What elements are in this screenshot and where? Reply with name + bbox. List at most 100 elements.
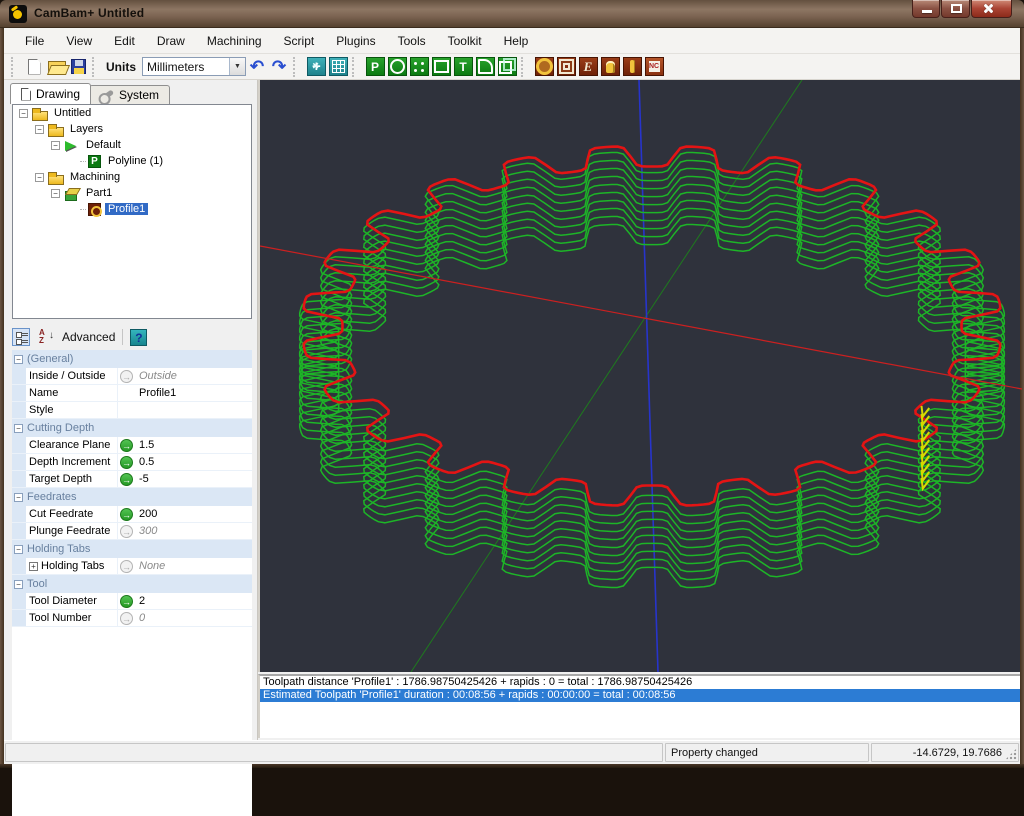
property-row-name[interactable]: Name→Profile1 — [12, 385, 252, 402]
categorized-view-button[interactable] — [12, 328, 30, 346]
value-default-icon[interactable]: → — [120, 560, 133, 573]
resize-grip[interactable] — [1005, 748, 1017, 760]
tree-item-default[interactable]: −Default — [13, 137, 251, 153]
grid-icon[interactable] — [328, 57, 348, 77]
polyline-icon[interactable]: P — [365, 57, 385, 77]
property-value[interactable]: 2 — [135, 595, 252, 607]
tree-item-untitled[interactable]: −Untitled — [13, 105, 251, 121]
pocket-icon[interactable] — [556, 57, 576, 77]
text-icon[interactable]: T — [453, 57, 473, 77]
property-value[interactable]: Profile1 — [135, 387, 252, 399]
property-row-style[interactable]: Style→ — [12, 402, 252, 419]
help-button[interactable]: ? — [130, 329, 147, 346]
menu-draw[interactable]: Draw — [146, 30, 196, 52]
value-default-icon[interactable]: → — [120, 612, 133, 625]
value-set-icon[interactable]: → — [120, 595, 133, 608]
profile-icon[interactable] — [534, 57, 554, 77]
collapse-icon[interactable]: − — [14, 493, 23, 502]
property-row-clearance-plane[interactable]: Clearance Plane→1.5 — [12, 437, 252, 454]
circle-icon[interactable] — [387, 57, 407, 77]
rectangle-icon[interactable] — [431, 57, 451, 77]
menu-script[interactable]: Script — [273, 30, 326, 52]
cube-icon[interactable] — [497, 57, 517, 77]
collapse-icon[interactable]: − — [14, 545, 23, 554]
value-set-icon[interactable]: → — [120, 456, 133, 469]
property-category--general-[interactable]: −(General) — [12, 350, 252, 368]
minimize-button[interactable] — [912, 0, 940, 18]
lathe-icon[interactable] — [622, 57, 642, 77]
snap-point-icon[interactable] — [306, 57, 326, 77]
menu-file[interactable]: File — [14, 30, 55, 52]
value-set-icon[interactable]: → — [120, 508, 133, 521]
tree-item-machining[interactable]: −Machining — [13, 169, 251, 185]
property-value[interactable]: Outside — [135, 370, 252, 382]
advanced-button[interactable]: Advanced — [62, 330, 115, 344]
property-row-plunge-feedrate[interactable]: Plunge Feedrate→300 — [12, 523, 252, 540]
property-row-cut-feedrate[interactable]: Cut Feedrate→200 — [12, 506, 252, 523]
expander-icon[interactable]: − — [35, 173, 44, 182]
maximize-button[interactable] — [941, 0, 970, 18]
expander-icon[interactable]: − — [19, 109, 28, 118]
sort-alphabetical-button[interactable]: ↓ — [37, 328, 55, 346]
menu-tools[interactable]: Tools — [387, 30, 437, 52]
tab-system[interactable]: System — [89, 85, 170, 104]
property-row-tool-number[interactable]: Tool Number→0 — [12, 610, 252, 627]
collapse-icon[interactable]: − — [14, 580, 23, 589]
open-file-icon[interactable] — [46, 57, 66, 77]
property-value[interactable]: 0.5 — [135, 456, 252, 468]
expander-icon[interactable]: − — [51, 141, 60, 150]
viewport-3d[interactable] — [258, 80, 1020, 672]
property-category-feedrates[interactable]: −Feedrates — [12, 488, 252, 506]
expander-icon[interactable]: − — [35, 125, 44, 134]
value-default-icon[interactable]: → — [120, 370, 133, 383]
collapse-icon[interactable]: − — [14, 355, 23, 364]
units-select[interactable]: Millimeters▼ — [142, 57, 246, 76]
menu-plugins[interactable]: Plugins — [325, 30, 386, 52]
new-file-icon[interactable] — [24, 57, 44, 77]
menu-toolkit[interactable]: Toolkit — [437, 30, 493, 52]
menu-machining[interactable]: Machining — [196, 30, 273, 52]
property-category-tool[interactable]: −Tool — [12, 575, 252, 593]
property-value[interactable]: 200 — [135, 508, 252, 520]
title-bar[interactable]: CamBam+ Untitled — [0, 0, 1024, 28]
gcode-icon — [645, 57, 664, 76]
property-category-holding-tabs[interactable]: −Holding Tabs — [12, 540, 252, 558]
tree-item-polyline-1-[interactable]: PPolyline (1) — [13, 153, 251, 169]
property-row-target-depth[interactable]: Target Depth→-5 — [12, 471, 252, 488]
tab-drawing[interactable]: Drawing — [10, 83, 91, 104]
save-file-icon[interactable] — [68, 57, 88, 77]
property-value[interactable]: 1.5 — [135, 439, 252, 451]
undo-icon[interactable]: ↶ — [247, 57, 267, 77]
property-value[interactable]: -5 — [135, 473, 252, 485]
property-value[interactable]: 300 — [135, 525, 252, 537]
message-row[interactable]: Toolpath distance 'Profile1' : 1786.9875… — [260, 676, 1020, 689]
tree-item-profile1[interactable]: Profile1 — [13, 201, 251, 217]
value-set-icon[interactable]: → — [120, 439, 133, 452]
redo-icon[interactable]: ↷ — [269, 57, 289, 77]
expand-icon[interactable]: + — [29, 562, 38, 571]
toolpath-canvas[interactable] — [260, 80, 1022, 672]
gcode-icon[interactable] — [644, 57, 664, 77]
menu-edit[interactable]: Edit — [103, 30, 146, 52]
surface-icon[interactable] — [475, 57, 495, 77]
close-button[interactable] — [971, 0, 1012, 18]
property-value[interactable]: 0 — [135, 612, 252, 624]
menu-view[interactable]: View — [55, 30, 103, 52]
property-row-depth-increment[interactable]: Depth Increment→0.5 — [12, 454, 252, 471]
property-category-cutting-depth[interactable]: −Cutting Depth — [12, 419, 252, 437]
tree-item-part1[interactable]: −Part1 — [13, 185, 251, 201]
drill-icon[interactable] — [600, 57, 620, 77]
tree-item-layers[interactable]: −Layers — [13, 121, 251, 137]
engrave-icon[interactable] — [578, 57, 598, 77]
property-row-tool-diameter[interactable]: Tool Diameter→2 — [12, 593, 252, 610]
value-set-icon[interactable]: → — [120, 473, 133, 486]
collapse-icon[interactable]: − — [14, 424, 23, 433]
expander-icon[interactable]: − — [51, 189, 60, 198]
message-row[interactable]: Estimated Toolpath 'Profile1' duration :… — [260, 689, 1020, 702]
menu-help[interactable]: Help — [493, 30, 540, 52]
property-value[interactable]: None — [135, 560, 252, 572]
property-row-inside-outside[interactable]: Inside / Outside→Outside — [12, 368, 252, 385]
points-icon[interactable] — [409, 57, 429, 77]
value-default-icon[interactable]: → — [120, 525, 133, 538]
property-row-holding-tabs[interactable]: +Holding Tabs→None — [12, 558, 252, 575]
